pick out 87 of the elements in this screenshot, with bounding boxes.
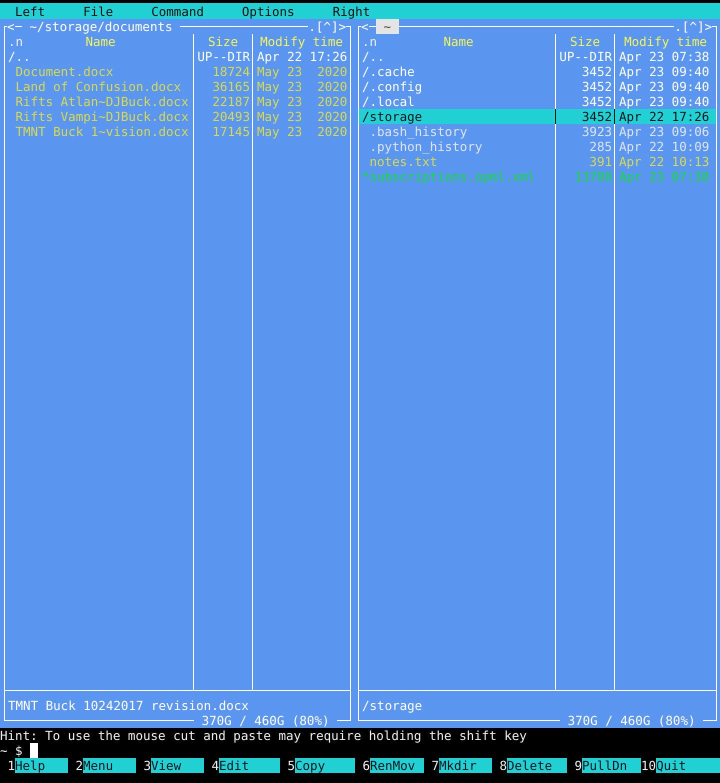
cursor-icon	[30, 743, 38, 758]
column-header[interactable]: Size	[556, 34, 615, 49]
column-header[interactable]: Name	[443, 34, 474, 49]
column-header[interactable]: Name	[85, 34, 116, 49]
key-number: 1	[6, 758, 15, 773]
file-size: 20493	[194, 109, 253, 124]
history-list-button[interactable]: [^]	[682, 19, 704, 34]
function-key-button[interactable]: View	[151, 758, 204, 773]
column-header[interactable]: Size	[194, 34, 253, 49]
file-size: 17145	[194, 124, 253, 139]
file-date: May 23 2020	[256, 109, 348, 124]
panel-path: ~/storage/documents	[22, 19, 180, 34]
key-number: 2	[74, 758, 83, 773]
sort-indicator[interactable]: .n	[362, 34, 378, 49]
history-list-button[interactable]: [^]	[316, 19, 338, 34]
function-key-button[interactable]: Delete	[507, 758, 567, 773]
menu-item[interactable]: File	[83, 4, 114, 18]
key-number: 3	[142, 758, 151, 773]
file-date: Apr 22 17:26	[615, 109, 716, 124]
function-key-button[interactable]: Menu	[83, 758, 136, 773]
column-header[interactable]: Modify time	[615, 34, 716, 49]
file-date: Apr 22 10:09	[618, 139, 710, 154]
file-size: 36165	[194, 79, 253, 94]
file-name[interactable]: .python_history	[359, 139, 556, 154]
key-number: 5	[286, 758, 295, 773]
shell-prompt: ~ $	[0, 743, 23, 758]
file-name[interactable]: /..	[5, 49, 194, 64]
file-size: UP--DIR	[194, 49, 253, 64]
function-key-button[interactable]: Edit	[219, 758, 280, 773]
function-key-button[interactable]: Mkdir	[439, 758, 492, 773]
hint-text: Hint: To use the mouse cut and paste may require holding the shift key	[0, 728, 527, 743]
file-name[interactable]: /..	[359, 49, 556, 64]
file-name[interactable]: Rifts Vampi~DJBuck.docx	[5, 109, 194, 124]
panel-path: ~	[376, 19, 399, 34]
file-date: Apr 22 10:13	[618, 154, 710, 169]
key-number: 10	[641, 758, 656, 773]
file-size: 18724	[194, 64, 253, 79]
file-size: 3452	[556, 64, 615, 79]
file-name[interactable]: *subscriptions.opml.xml	[359, 169, 556, 184]
file-date: May 23 2020	[256, 79, 348, 94]
file-name[interactable]: /.cache	[359, 64, 556, 79]
file-name[interactable]: Document.docx	[5, 64, 194, 79]
file-size: 3452	[556, 109, 615, 124]
menu-item[interactable]: Right	[332, 4, 370, 18]
file-name[interactable]: .bash_history	[359, 124, 556, 139]
function-key-button[interactable]: Copy	[295, 758, 355, 773]
file-date: Apr 23 09:06	[618, 124, 710, 139]
file-size: 3923	[556, 124, 615, 139]
function-key-button[interactable]: PullDn	[582, 758, 641, 773]
file-date: Apr 23 07:38	[618, 169, 710, 184]
file-date: Apr 23 09:40	[618, 79, 710, 94]
file-name[interactable]: TMNT Buck 1~vision.docx	[5, 124, 194, 139]
function-key-button[interactable]: Quit	[656, 758, 720, 773]
column-header[interactable]: Modify time	[253, 34, 350, 49]
file-date: Apr 23 09:40	[618, 94, 710, 109]
file-size: 3452	[556, 79, 615, 94]
file-date: Apr 23 09:40	[618, 64, 710, 79]
file-date: Apr 22 17:26	[256, 49, 348, 64]
file-name[interactable]: /storage	[359, 109, 556, 124]
key-number: 7	[430, 758, 439, 773]
function-key-button[interactable]: RenMov	[370, 758, 424, 773]
menu-item[interactable]: Left	[15, 4, 46, 18]
file-date: Apr 23 07:38	[618, 49, 710, 64]
file-size: 285	[556, 139, 615, 154]
file-size: 13788	[556, 169, 615, 184]
mini-status-text: TMNT Buck 10242017 revision.docx	[7, 698, 249, 713]
sort-indicator[interactable]: .n	[8, 34, 24, 49]
key-number: 9	[573, 758, 582, 773]
file-size: UP--DIR	[556, 49, 615, 64]
disk-usage-text: 370G / 460G (80%)	[560, 713, 703, 728]
file-date: May 23 2020	[256, 64, 348, 79]
menu-item[interactable]: Command	[151, 4, 204, 18]
file-name[interactable]: Land of Confusion.docx	[5, 79, 194, 94]
key-number: 8	[498, 758, 507, 773]
file-size: 391	[556, 154, 615, 169]
file-name[interactable]: Rifts Atlan~DJBuck.docx	[5, 94, 194, 109]
disk-usage-text: 370G / 460G (80%)	[194, 713, 337, 728]
mini-status-text: /storage	[361, 698, 422, 713]
menu-item[interactable]: Options	[242, 4, 295, 18]
file-size: 22187	[194, 94, 253, 109]
key-number: 6	[361, 758, 370, 773]
key-number: 4	[210, 758, 219, 773]
file-name[interactable]: notes.txt	[359, 154, 556, 169]
file-name[interactable]: /.config	[359, 79, 556, 94]
file-date: May 23 2020	[256, 94, 348, 109]
file-date: May 23 2020	[256, 124, 348, 139]
function-key-button[interactable]: Help	[15, 758, 68, 773]
